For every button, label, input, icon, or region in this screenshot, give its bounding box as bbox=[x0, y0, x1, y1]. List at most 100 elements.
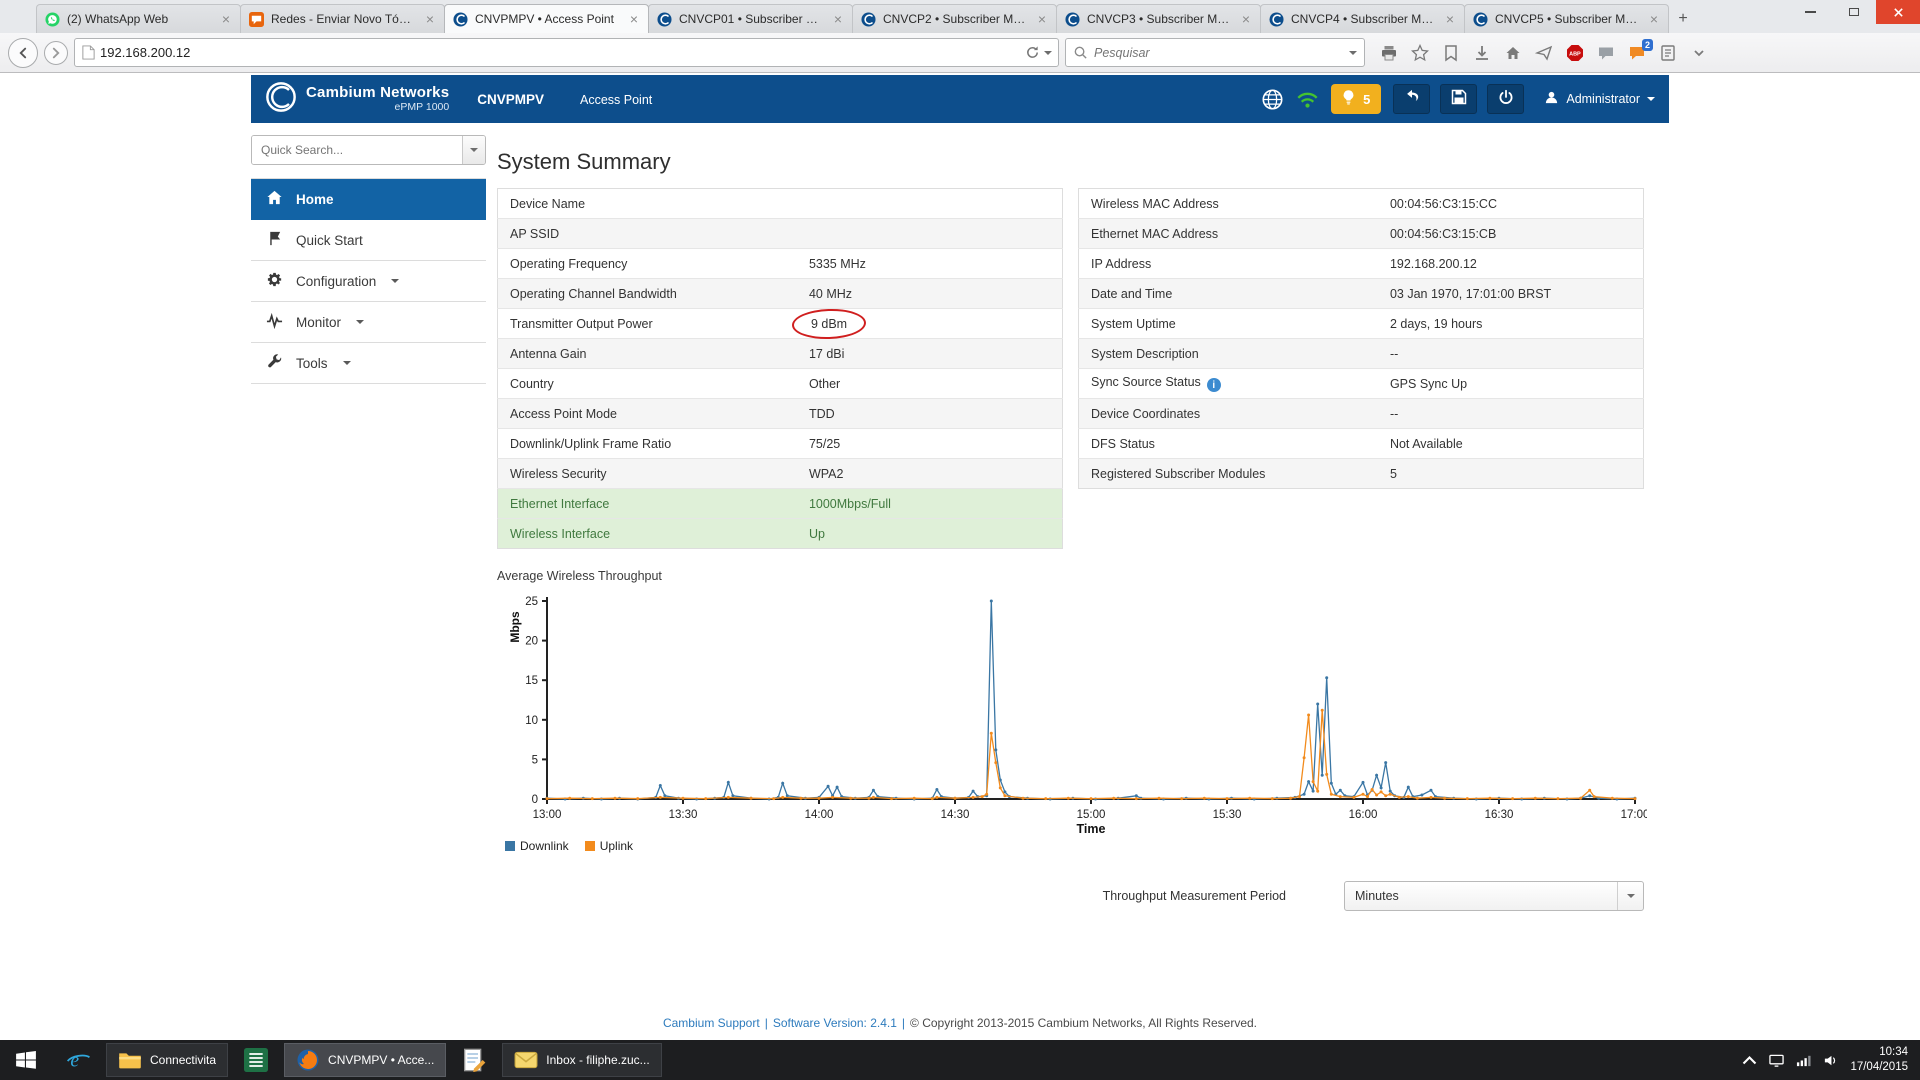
new-tab-button[interactable]: + bbox=[1668, 6, 1698, 32]
browser-tab[interactable]: CNVPMPV • Access Point× bbox=[444, 4, 649, 33]
throughput-chart: 051015202513:0013:3014:0014:3015:0015:30… bbox=[497, 587, 1647, 839]
summary-value: 2 days, 19 hours bbox=[1390, 317, 1482, 331]
menu-caret-icon[interactable] bbox=[1689, 43, 1709, 63]
chevron-down-icon bbox=[356, 320, 364, 324]
browser-tab[interactable]: (2) WhatsApp Web× bbox=[36, 4, 241, 33]
tab-close-icon[interactable]: × bbox=[832, 12, 844, 26]
save-button[interactable] bbox=[1440, 84, 1477, 114]
quick-search-caret[interactable] bbox=[462, 136, 485, 164]
send-icon[interactable] bbox=[1534, 43, 1554, 63]
network-icon[interactable] bbox=[1796, 1053, 1811, 1068]
sidebar-item-home[interactable]: Home bbox=[251, 179, 486, 220]
back-button[interactable] bbox=[8, 38, 38, 68]
throughput-period-select[interactable]: Minutes bbox=[1344, 881, 1644, 911]
copyright-text: © Copyright 2013-2015 Cambium Networks, … bbox=[910, 1016, 1257, 1030]
browser-tab[interactable]: CNVCP2 • Subscriber Mod...× bbox=[852, 4, 1057, 33]
taskbar-item-cnvpmpv-acce[interactable]: CNVPMPV • Acce... bbox=[284, 1043, 446, 1077]
browser-tab[interactable]: CNVCP3 • Subscriber Mod...× bbox=[1056, 4, 1261, 33]
star-icon[interactable] bbox=[1410, 43, 1430, 63]
browser-toolbar: ABP 2 bbox=[0, 33, 1920, 73]
tab-close-icon[interactable]: × bbox=[220, 12, 232, 26]
feedback-icon[interactable]: 2 bbox=[1627, 43, 1647, 63]
chat-icon[interactable] bbox=[1596, 43, 1616, 63]
monitor-icon bbox=[266, 312, 283, 332]
sidebar-item-quick-start[interactable]: Quick Start bbox=[251, 220, 486, 261]
browser-tab[interactable]: CNVCP5 • Subscriber Mod...× bbox=[1464, 4, 1669, 33]
maximize-button[interactable] bbox=[1832, 0, 1876, 24]
sidebar-item-label: Tools bbox=[296, 356, 328, 371]
sidebar-item-label: Home bbox=[296, 192, 334, 207]
alerts-button[interactable]: 5 bbox=[1331, 84, 1381, 114]
search-bar[interactable] bbox=[1065, 38, 1365, 67]
search-dropdown-caret[interactable] bbox=[1349, 51, 1357, 55]
device-type[interactable]: Access Point bbox=[580, 93, 652, 107]
home-icon[interactable] bbox=[1503, 43, 1523, 63]
legend-item: Uplink bbox=[585, 839, 633, 853]
taskbar-item[interactable]: e bbox=[54, 1043, 102, 1077]
taskbar-clock[interactable]: 10:34 17/04/2015 bbox=[1850, 1045, 1908, 1075]
taskbar-item[interactable] bbox=[450, 1043, 498, 1077]
summary-value: 1000Mbps/Full bbox=[809, 497, 891, 511]
device-name[interactable]: CNVPMPV bbox=[477, 92, 544, 107]
clipboard-icon[interactable] bbox=[1658, 43, 1678, 63]
tab-close-icon[interactable]: × bbox=[424, 12, 436, 26]
volume-icon[interactable] bbox=[1823, 1053, 1838, 1068]
browser-tab[interactable]: CNVCP01 • Subscriber Mo...× bbox=[648, 4, 853, 33]
url-input[interactable] bbox=[100, 45, 1021, 60]
tab-title: Redes - Enviar Novo Tópico bbox=[271, 12, 417, 26]
svg-text:13:30: 13:30 bbox=[669, 809, 698, 821]
close-button[interactable] bbox=[1876, 0, 1920, 24]
support-link[interactable]: Cambium Support bbox=[663, 1016, 760, 1030]
bookmarks-icon[interactable] bbox=[1441, 43, 1461, 63]
browser-tab[interactable]: Redes - Enviar Novo Tópico × bbox=[240, 4, 445, 33]
summary-label: Operating Channel Bandwidth bbox=[510, 287, 677, 301]
legend-label: Downlink bbox=[520, 839, 569, 853]
url-dropdown-caret[interactable] bbox=[1044, 51, 1052, 55]
search-input[interactable] bbox=[1094, 46, 1343, 60]
download-icon[interactable] bbox=[1472, 43, 1492, 63]
browser-tab[interactable]: CNVCP4 • Subscriber Mod...× bbox=[1260, 4, 1465, 33]
tab-close-icon[interactable]: × bbox=[628, 12, 640, 26]
summary-value: Other bbox=[809, 377, 840, 391]
summary-row: Sync Source StatusiGPS Sync Up bbox=[1079, 369, 1644, 399]
header-actions: 5 Administrator bbox=[1261, 84, 1655, 114]
info-icon[interactable]: i bbox=[1207, 378, 1221, 392]
software-version: Software Version: 2.4.1 bbox=[773, 1016, 897, 1030]
summary-row: DFS StatusNot Available bbox=[1079, 429, 1644, 459]
account-menu[interactable]: Administrator bbox=[1544, 90, 1655, 108]
forward-button[interactable] bbox=[44, 41, 68, 65]
summary-label: Device Name bbox=[510, 197, 585, 211]
tab-close-icon[interactable]: × bbox=[1648, 12, 1660, 26]
cambium-favicon bbox=[657, 12, 672, 27]
system-tray: 10:34 17/04/2015 bbox=[1742, 1040, 1920, 1080]
globe-icon bbox=[1261, 88, 1284, 111]
sidebar-item-configuration[interactable]: Configuration bbox=[251, 261, 486, 302]
url-bar[interactable] bbox=[74, 38, 1059, 67]
legend-item: Downlink bbox=[505, 839, 569, 853]
taskbar-item-inbox-filiphe-zuc[interactable]: Inbox - filiphe.zuc... bbox=[502, 1043, 661, 1077]
summary-value: 9 dBm bbox=[809, 316, 849, 332]
sidebar-item-tools[interactable]: Tools bbox=[251, 343, 486, 384]
taskbar-item[interactable] bbox=[232, 1043, 280, 1077]
cambium-favicon bbox=[1269, 12, 1284, 27]
sidebar-item-monitor[interactable]: Monitor bbox=[251, 302, 486, 343]
summary-row: Downlink/Uplink Frame Ratio75/25 bbox=[498, 429, 1063, 459]
reload-icon[interactable] bbox=[1025, 45, 1040, 60]
power-button[interactable] bbox=[1487, 84, 1524, 114]
minimize-button[interactable] bbox=[1788, 0, 1832, 24]
sidebar-item-label: Quick Start bbox=[296, 233, 363, 248]
tray-expand-icon[interactable] bbox=[1742, 1053, 1757, 1068]
quick-search[interactable] bbox=[251, 135, 486, 165]
summary-value: 00:04:56:C3:15:CC bbox=[1390, 197, 1497, 211]
start-button[interactable] bbox=[0, 1040, 52, 1080]
page-icon bbox=[81, 45, 96, 60]
display-icon[interactable] bbox=[1769, 1053, 1784, 1068]
taskbar-item-connectivita[interactable]: Connectivita bbox=[106, 1043, 228, 1077]
quick-search-input[interactable] bbox=[252, 136, 462, 164]
tab-close-icon[interactable]: × bbox=[1036, 12, 1048, 26]
printer-icon[interactable] bbox=[1379, 43, 1399, 63]
tab-close-icon[interactable]: × bbox=[1240, 12, 1252, 26]
tab-close-icon[interactable]: × bbox=[1444, 12, 1456, 26]
undo-button[interactable] bbox=[1393, 84, 1430, 114]
adblock-icon[interactable]: ABP bbox=[1565, 43, 1585, 63]
